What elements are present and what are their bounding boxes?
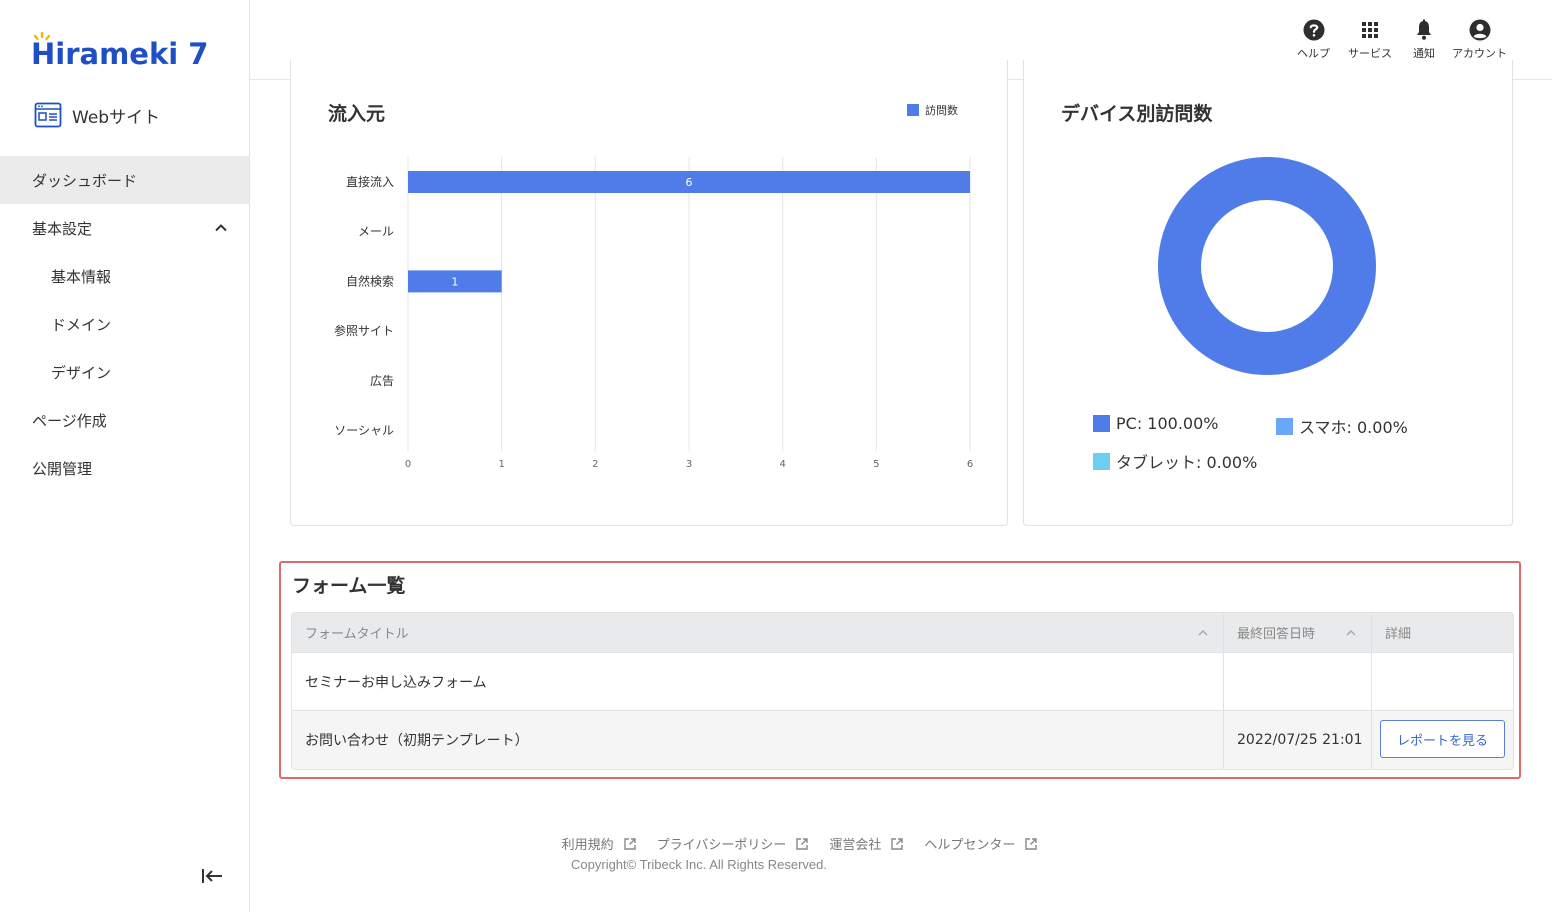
bar-data-label: 6 <box>686 176 693 189</box>
table-row[interactable]: セミナーお申し込みフォーム <box>292 653 1513 711</box>
logo-icon: Hirameki 7 <box>31 31 208 71</box>
sidebar-item-label: ダッシュボード <box>32 171 138 190</box>
sidebar: Hirameki 7 Webサイト ダッシュボード 基本設定 基本情報 ドメイン… <box>0 0 250 912</box>
footer-link-help-center[interactable]: ヘルプセンター <box>924 834 1038 853</box>
legend-item-tablet[interactable]: タブレット: 0.00% <box>1093 449 1257 473</box>
y-category-label: 広告 <box>370 374 394 388</box>
traffic-bar-chart: 0 1 2 3 4 5 6 直接流入 6 メール自然検索 1 参照サイト広告ソーシャル <box>334 157 973 470</box>
device-visits-title: デバイス別訪問数 <box>1061 103 1213 125</box>
device-donut-chart <box>1158 157 1376 375</box>
legend-swatch-smartphone <box>1276 417 1293 435</box>
form-title-cell: セミナーお申し込みフォーム <box>292 653 1224 710</box>
sidebar-item-label: 基本設定 <box>32 219 93 238</box>
footer-link-label: 運営会社 <box>829 838 882 853</box>
y-category-label: メール <box>358 225 394 239</box>
sort-icon <box>1346 629 1356 636</box>
details-cell <box>1372 653 1513 710</box>
traffic-source-card: 流入元 訪問数 0 1 2 3 4 5 6 直接流入 6 メール 自然検索 1 参照サイト 広告 ソーシャル <box>290 60 1008 526</box>
notifications-label: 通知 <box>1413 47 1435 60</box>
notifications-button[interactable]: 通知 <box>1412 18 1436 61</box>
y-category-label: ソーシャル <box>334 424 394 438</box>
apps-grid-icon <box>1362 22 1378 38</box>
last-answer-cell: 2022/07/25 21:01 <box>1224 711 1372 769</box>
logo-text: Hirameki 7 <box>31 37 208 71</box>
footer-link-privacy[interactable]: プライバシーポリシー <box>657 834 810 853</box>
sidebar-item-domain[interactable]: ドメイン <box>0 300 249 348</box>
legend-swatch-tablet <box>1093 452 1110 470</box>
sidebar-item-label: ページ作成 <box>32 411 107 430</box>
x-tick-label: 4 <box>779 459 785 470</box>
footer-link-terms[interactable]: 利用規約 <box>562 834 637 853</box>
sidebar-item-design[interactable]: デザイン <box>0 348 249 396</box>
view-report-button[interactable]: レポートを見る <box>1380 720 1505 758</box>
column-header-details: 詳細 <box>1372 613 1513 652</box>
sort-icon <box>1198 629 1208 636</box>
external-link-icon <box>796 837 809 850</box>
x-tick-label: 5 <box>873 459 879 470</box>
help-label: ヘルプ <box>1297 47 1330 60</box>
account-label: アカウント <box>1452 47 1507 60</box>
footer-link-label: ヘルプセンター <box>924 838 1016 853</box>
bell-icon <box>1417 19 1431 40</box>
website-icon <box>34 102 62 128</box>
account-button[interactable]: アカウント <box>1452 18 1507 61</box>
x-tick-label: 6 <box>967 459 973 470</box>
column-header-label: 詳細 <box>1385 627 1412 642</box>
donut-slice <box>1158 157 1376 375</box>
x-tick-label: 1 <box>498 459 504 470</box>
y-category-label: 直接流入 <box>346 174 394 189</box>
sidebar-item-page-creation[interactable]: ページ作成 <box>0 396 249 444</box>
sidebar-item-label: 基本情報 <box>51 267 112 286</box>
form-table: フォームタイトル 最終回答日時 詳細 セミナーお申し込みフォーム お問い合わせ（… <box>291 612 1514 770</box>
sidebar-item-basic-settings[interactable]: 基本設定 <box>0 204 249 252</box>
bar-data-label: 1 <box>451 275 458 288</box>
legend-label-pc: PC: 100.00% <box>1116 414 1219 433</box>
sidebar-item-label: デザイン <box>51 363 112 382</box>
table-header-row: フォームタイトル 最終回答日時 詳細 <box>292 613 1513 653</box>
column-header-form-title[interactable]: フォームタイトル <box>292 613 1224 652</box>
form-title-cell: お問い合わせ（初期テンプレート） <box>292 711 1224 769</box>
x-tick-label: 2 <box>592 459 598 470</box>
sidebar-item-basic-info[interactable]: 基本情報 <box>0 252 249 300</box>
legend-item-smartphone[interactable]: スマホ: 0.00% <box>1276 414 1408 438</box>
x-tick-label: 3 <box>686 459 692 470</box>
sidebar-item-label: 公開管理 <box>32 459 93 478</box>
y-category-label: 自然検索 <box>346 273 394 288</box>
site-selector[interactable]: Webサイト <box>34 101 160 129</box>
external-link-icon <box>1025 837 1038 850</box>
footer-link-label: プライバシーポリシー <box>656 838 787 853</box>
account-icon <box>1469 19 1490 41</box>
services-button[interactable]: サービス <box>1348 18 1392 61</box>
site-label: Webサイト <box>72 107 161 128</box>
legend-swatch-pc <box>1093 415 1110 432</box>
footer-links: 利用規約 プライバシーポリシー 運営会社 ヘルプセンター <box>0 834 1552 853</box>
form-list-section: フォーム一覧 フォームタイトル 最終回答日時 詳細 セミナーお申し込みフォーム … <box>279 561 1521 779</box>
column-header-label: フォームタイトル <box>305 627 409 642</box>
x-tick-label: 0 <box>405 459 411 470</box>
table-row[interactable]: お問い合わせ（初期テンプレート） 2022/07/25 21:01 レポートを見… <box>292 711 1513 769</box>
legend-item-pc[interactable]: PC: 100.00% <box>1093 414 1218 433</box>
last-answer-cell <box>1224 653 1372 710</box>
external-link-icon <box>891 837 904 850</box>
sidebar-item-label: ドメイン <box>51 315 112 334</box>
y-category-label: 参照サイト <box>334 323 394 338</box>
sidebar-item-publish[interactable]: 公開管理 <box>0 444 249 492</box>
services-label: サービス <box>1348 47 1392 60</box>
legend-label-smartphone: スマホ: 0.00% <box>1299 418 1408 437</box>
sidebar-nav: ダッシュボード 基本設定 基本情報 ドメイン デザイン ページ作成 公開管理 <box>0 156 249 492</box>
help-button[interactable]: ヘルプ <box>1297 18 1330 61</box>
form-list-title: フォーム一覧 <box>292 575 406 597</box>
footer-link-company[interactable]: 運営会社 <box>829 834 904 853</box>
copyright-text: Copyright© Tribeck Inc. All Rights Reser… <box>571 857 827 872</box>
sidebar-item-dashboard[interactable]: ダッシュボード <box>0 156 249 204</box>
external-link-icon <box>623 837 636 850</box>
chevron-up-icon <box>215 224 227 232</box>
legend-label-tablet: タブレット: 0.00% <box>1116 453 1258 472</box>
help-icon <box>1303 19 1324 41</box>
footer-link-label: 利用規約 <box>561 838 614 853</box>
device-visits-card: デバイス別訪問数 PC: 100.00% スマホ: 0.00% タブレット: 0… <box>1023 60 1513 526</box>
column-header-last-answer[interactable]: 最終回答日時 <box>1224 613 1372 652</box>
column-header-label: 最終回答日時 <box>1237 627 1316 642</box>
details-cell: レポートを見る <box>1372 711 1513 769</box>
